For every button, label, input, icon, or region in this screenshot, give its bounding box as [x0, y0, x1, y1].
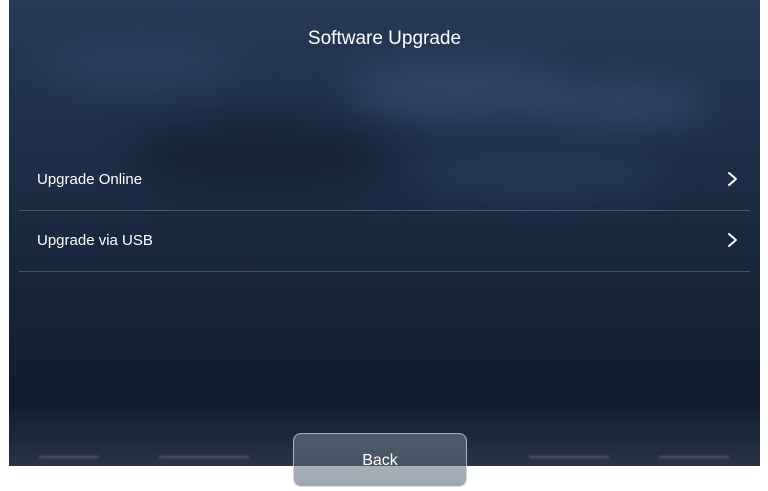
back-button-label: Back [362, 452, 398, 469]
chevron-right-icon [728, 172, 737, 186]
city-light [39, 456, 99, 458]
back-button[interactable]: Back [293, 433, 467, 487]
upgrade-via-usb-item[interactable]: Upgrade via USB [19, 211, 750, 272]
background-cloud [529, 85, 709, 125]
upgrade-screen: Software Upgrade Upgrade Online Upgrade … [9, 0, 760, 466]
menu-item-label: Upgrade via USB [37, 232, 153, 249]
menu-item-label: Upgrade Online [37, 171, 143, 188]
city-light [529, 456, 609, 458]
upgrade-online-item[interactable]: Upgrade Online [19, 150, 750, 211]
upgrade-menu: Upgrade Online Upgrade via USB [19, 150, 750, 272]
city-light [659, 456, 729, 458]
page-title: Software Upgrade [307, 28, 462, 49]
chevron-right-icon [728, 233, 737, 247]
city-light [159, 456, 249, 458]
